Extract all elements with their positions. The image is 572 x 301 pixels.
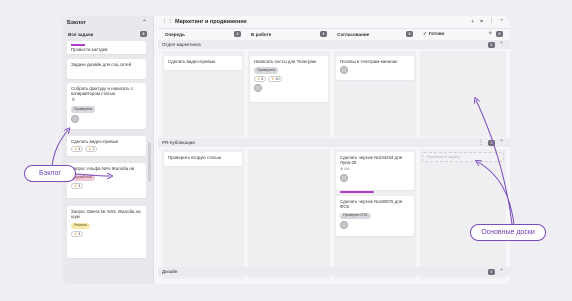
lane-label: Отдел маркетинга — [162, 42, 201, 47]
column-header-queue[interactable]: Очередь 2 — [162, 29, 244, 39]
app-window: Бэклог ⌃ Все задачи 6 Провести кастдев З… — [62, 16, 510, 284]
task-card[interactable]: Написать посты для Телеграм Проверено 5 … — [250, 56, 328, 102]
lane-count: 0 — [487, 268, 495, 275]
task-card[interactable]: Сделать чертеж №180976 для ФСК Проверен … — [336, 196, 414, 236]
subtask-progress: 0/4 — [344, 166, 350, 171]
add-icon[interactable]: + — [488, 31, 492, 37]
card-title: Сделать видео-превью — [168, 59, 216, 64]
avatar — [340, 66, 348, 75]
backlog-card[interactable]: Задачи дизайн для соц сетей — [67, 59, 146, 79]
card-title: Написать посты для Телеграм — [254, 59, 316, 64]
backlog-callout: Бэклог — [24, 165, 76, 182]
backlog-scrollbar[interactable] — [148, 142, 151, 182]
link-icon[interactable]: ⚭ — [479, 19, 484, 25]
status-tag: Проверен ОТК — [340, 212, 371, 220]
drop-placeholder[interactable]: Перенесите задачу — [422, 152, 504, 162]
column-label: В работе — [251, 31, 272, 37]
collapse-icon[interactable]: ⌃ — [499, 268, 504, 275]
rating-pill: 3 — [71, 231, 84, 238]
progress-bar — [340, 191, 374, 193]
backlog-card[interactable]: Собрать фактуру и написать с копирайтеро… — [67, 83, 146, 129]
avatar — [340, 174, 348, 183]
backlog-card[interactable]: Провести кастдев — [67, 41, 146, 54]
more-icon[interactable]: ⋮ — [478, 139, 484, 146]
column-header-in-progress[interactable]: В работе 1 — [248, 29, 330, 39]
board-title: ⋮⋮ Маркетинг и продвижение — [162, 19, 247, 25]
avatar — [254, 83, 262, 92]
backlog-column-label: Все задачи — [68, 31, 94, 37]
backlog-header: Бэклог ⌃ — [62, 16, 153, 29]
boards-callout: Основные доски — [470, 224, 546, 241]
column-header-approval[interactable]: Согласование 3 — [334, 29, 416, 39]
check-icon: ✓ — [423, 31, 427, 36]
subtasks-icon: ⋔ — [71, 96, 76, 103]
avatar — [340, 221, 348, 230]
task-card[interactable]: Сделать видео-превью — [164, 56, 242, 70]
add-icon[interactable]: + — [471, 19, 474, 25]
priority-stripe — [71, 44, 85, 46]
backlog-panel: Бэклог ⌃ Все задачи 6 Провести кастдев З… — [62, 16, 154, 284]
column-count: 3 — [406, 31, 413, 37]
status-tag: Решено — [71, 222, 91, 230]
task-card[interactable]: Сделать чертеж №234234 для Луна-25 ⋔ 0/4 — [336, 152, 414, 190]
card-title: Сделать видео-превью — [71, 139, 119, 144]
backlog-card[interactable]: Запрос Альфа №% Жалоба на Доработка 3 — [67, 163, 146, 198]
backlog-count-badge: 6 — [140, 31, 147, 37]
lane-count: 5 — [487, 41, 495, 48]
card-title: Посевы в телеграм-каналах — [340, 59, 398, 64]
column-label: ✓ Готово — [423, 31, 445, 36]
rating-pill: 10 — [268, 75, 283, 82]
status-tag: Проверено — [71, 106, 96, 113]
task-card[interactable]: Проверить вторую статью — [164, 152, 242, 166]
column-count: 1 — [320, 31, 327, 37]
card-title: Провести кастдев — [71, 46, 108, 52]
column-headers: Очередь 2 В работе 1 Согласование 3 ✓ Гот… — [158, 29, 510, 39]
column-label: Согласование — [337, 31, 370, 37]
lane-cell — [420, 51, 506, 137]
backlog-card[interactable]: Сделать видео-превью 4 1 — [67, 136, 146, 156]
lane-cell — [248, 149, 330, 279]
collapse-icon[interactable]: ⌃ — [499, 139, 504, 146]
rating-pill: 3 — [71, 182, 84, 189]
column-header-done[interactable]: ✓ Готово + 0 — [420, 29, 506, 39]
collapse-icon[interactable]: ⌃ — [499, 41, 504, 48]
card-title: Собрать фактуру и написать с копирайтеро… — [71, 86, 134, 97]
lane-label: PR-публикации — [162, 140, 195, 145]
lane-count: 3 — [487, 139, 495, 146]
card-title: Сделать чертеж №180976 для ФСК — [340, 199, 403, 210]
rating-pill: 5 — [254, 75, 267, 82]
backlog-title: Бэклог — [67, 19, 86, 26]
backlog-column-header: Все задачи 6 — [62, 29, 153, 39]
column-label: Очередь — [165, 31, 185, 37]
avatar — [71, 114, 79, 123]
rating-pill: 1 — [85, 146, 98, 153]
card-title: Сделать чертеж №234234 для Луна-25 — [340, 155, 403, 166]
lane-label: Дизайн — [162, 269, 178, 274]
card-title: Запрос Омега № %03. Жалоба на шум — [71, 209, 141, 220]
lane-header[interactable]: PR-публикации ⋮ 3 ⌃ — [158, 138, 510, 147]
task-card[interactable]: Посевы в телеграм-каналах — [336, 56, 414, 80]
card-title: Запрос Альфа №% Жалоба на — [71, 166, 135, 171]
lane-cell — [162, 149, 244, 279]
more-icon[interactable]: ⋮ — [489, 19, 495, 25]
lane-header[interactable]: Дизайн 0 ⌃ — [158, 267, 510, 276]
card-title: Задачи дизайн для соц сетей — [71, 62, 132, 67]
collapse-icon[interactable]: ⌃ — [499, 19, 504, 25]
board-header: ⋮⋮ Маркетинг и продвижение + ⚭ ⋮ ⌃ — [158, 16, 510, 29]
column-count: 0 — [496, 31, 503, 37]
lane-cell — [420, 149, 506, 279]
column-count: 2 — [234, 31, 241, 37]
collapse-icon[interactable]: ⌃ — [142, 19, 147, 26]
card-title: Проверить вторую статью — [168, 155, 222, 160]
status-tag: Проверено — [254, 67, 279, 74]
backlog-card[interactable]: Запрос Омега № %03. Жалоба на шум Решено… — [67, 206, 146, 258]
main-board: ⋮⋮ Маркетинг и продвижение + ⚭ ⋮ ⌃ Очеред… — [158, 16, 510, 284]
rating-pill: 4 — [71, 146, 84, 153]
lane-header[interactable]: Отдел маркетинга 5 ⌃ — [158, 40, 510, 49]
